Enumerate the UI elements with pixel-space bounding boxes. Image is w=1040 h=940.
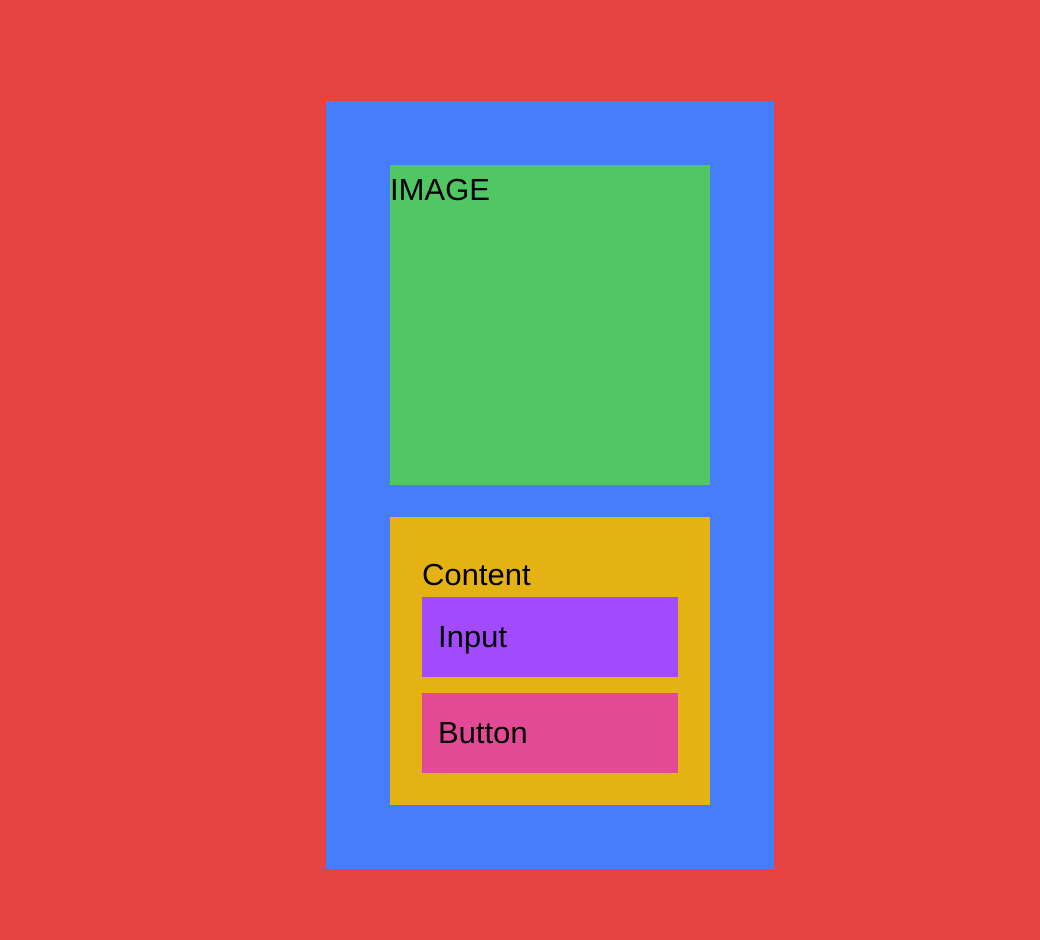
content-label: Content xyxy=(422,557,531,592)
input-label: Input xyxy=(438,619,507,654)
input-field[interactable]: Input xyxy=(422,597,678,677)
image-placeholder: IMAGE xyxy=(390,165,710,485)
action-button[interactable]: Button xyxy=(422,693,678,773)
button-label: Button xyxy=(438,715,528,750)
card-container: IMAGE Content Input Button xyxy=(326,101,774,869)
image-label: IMAGE xyxy=(390,172,490,207)
content-section: Content Input Button xyxy=(390,517,710,805)
page-background: IMAGE Content Input Button xyxy=(0,0,1040,940)
